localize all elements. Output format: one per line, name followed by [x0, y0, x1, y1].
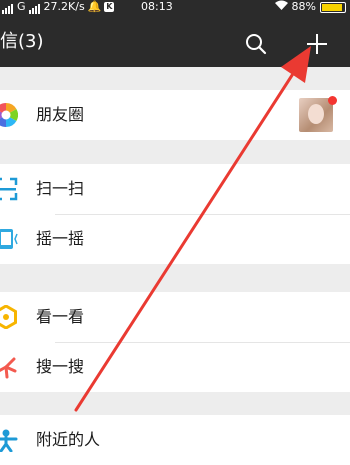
carrier-label: G: [17, 0, 26, 13]
list-item-top-stories[interactable]: 看一看: [0, 292, 350, 342]
status-bar: G 27.2K/s 🔔 K 08:13 88%: [0, 0, 350, 14]
list-item-people-nearby[interactable]: 附近的人: [0, 415, 350, 465]
scan-shake-group: 扫一扫 摇一摇: [0, 164, 350, 264]
cell-signal-icon: [28, 0, 41, 14]
list-item-label: 扫一扫: [36, 179, 85, 198]
notification-icon: 🔔: [87, 0, 102, 13]
search-button[interactable]: [244, 32, 268, 56]
people-nearby-icon: [0, 429, 18, 452]
list-item-label: 摇一摇: [36, 229, 85, 248]
plus-icon: [307, 34, 327, 54]
list-item-shake[interactable]: 摇一摇: [0, 214, 350, 264]
list-item-moments[interactable]: 朋友圈: [0, 90, 350, 140]
network-speed: 27.2K/s: [43, 0, 85, 13]
status-left: G 27.2K/s 🔔 K: [2, 0, 115, 14]
nearby-group: 附近的人: [0, 415, 350, 465]
scan-icon: [0, 177, 18, 201]
page-title: 信(3): [0, 31, 44, 52]
search-feature-icon: [0, 357, 17, 379]
clock: 08:13: [141, 0, 173, 13]
list-item-scan[interactable]: 扫一扫: [0, 164, 350, 214]
signal-icon: [2, 0, 14, 14]
list-item-label: 搜一搜: [36, 357, 85, 376]
new-content-dot: [328, 96, 337, 105]
k-app-icon: K: [104, 2, 115, 12]
battery-percent: 88%: [291, 0, 316, 13]
status-right: 88%: [274, 0, 346, 14]
add-button[interactable]: [304, 31, 330, 57]
moments-group: 朋友圈: [0, 90, 350, 140]
wifi-icon: [274, 0, 288, 14]
list-item-label: 看一看: [36, 307, 85, 326]
battery-icon: [320, 1, 346, 13]
list-item-label: 附近的人: [36, 430, 101, 449]
moments-icon: [0, 103, 18, 127]
header-bar: 信(3): [0, 14, 350, 67]
top-stories-icon: [0, 305, 17, 329]
discover-group: 看一看 搜一搜: [0, 292, 350, 392]
shake-icon: [0, 229, 18, 249]
list-item-search[interactable]: 搜一搜: [0, 342, 350, 392]
list-item-label: 朋友圈: [36, 105, 85, 124]
search-icon: [246, 34, 267, 55]
